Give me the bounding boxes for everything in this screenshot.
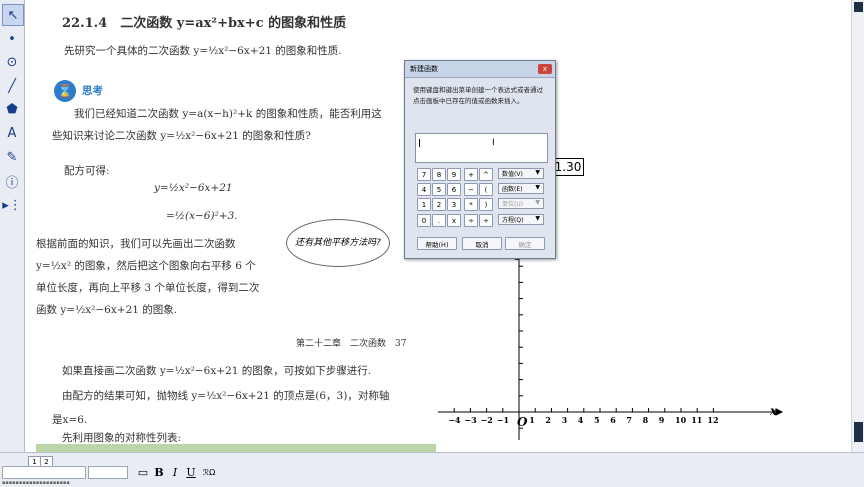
x-tick-label: 11 xyxy=(691,415,703,425)
new-function-dialog: 新建函数 x 使用键盘和键出菜单创建一个表达式或者通过点击画板中已存在的值或函数… xyxy=(404,60,556,259)
x-tick-label: O xyxy=(517,415,528,429)
dialog-titlebar[interactable]: 新建函数 xyxy=(405,61,555,78)
bold-button[interactable]: B xyxy=(152,466,166,479)
cancel-button[interactable]: 取消 xyxy=(462,237,502,250)
key-button[interactable]: ) xyxy=(479,198,493,211)
scroll-thumb[interactable] xyxy=(854,422,863,442)
x-tick-label: 7 xyxy=(626,415,632,425)
scroll-up-button[interactable] xyxy=(854,2,863,12)
x-tick-label: −3 xyxy=(464,415,477,425)
x-tick-label: −2 xyxy=(480,415,493,425)
x-tick-label: 1 xyxy=(529,415,535,425)
key-button[interactable]: 9 xyxy=(447,168,461,181)
key-button[interactable]: + xyxy=(464,168,478,181)
key-button[interactable]: 1 xyxy=(417,198,431,211)
dropdown-arrow-icon: ▼ xyxy=(535,184,540,191)
key-button[interactable]: ( xyxy=(479,183,493,196)
font-size-select[interactable] xyxy=(88,466,128,479)
help-button[interactable]: 帮助(H) xyxy=(417,237,457,250)
status-text: ▪▪▪▪▪▪▪▪▪▪▪▪▪▪▪▪▪▪▪▪ xyxy=(2,480,70,486)
x-axis-label: x xyxy=(770,404,778,418)
key-button[interactable]: ÷ xyxy=(464,214,478,227)
x-tick-label: 5 xyxy=(594,415,600,425)
x-tick-label: −1 xyxy=(496,415,510,425)
x-tick-label: 12 xyxy=(707,415,719,425)
font-family-select[interactable] xyxy=(2,466,86,479)
key-button[interactable]: 0 xyxy=(417,214,431,227)
dropdown-arrow-icon: ▼ xyxy=(535,169,540,176)
x-tick-label: 9 xyxy=(658,415,665,425)
x-tick-label: 4 xyxy=(577,415,584,425)
key-button[interactable]: ^ xyxy=(479,168,493,181)
key-button[interactable]: 3 xyxy=(447,198,461,211)
x-tick-label: 6 xyxy=(610,415,616,425)
key-button[interactable]: . xyxy=(432,214,446,227)
x-tick-label: 2 xyxy=(545,415,551,425)
key-button[interactable]: 8 xyxy=(432,168,446,181)
dialog-instruction: 使用键盘和键出菜单创建一个表达式或者通过点击画板中已存在的值或函数来插入。 xyxy=(413,86,543,105)
expression-input[interactable]: I xyxy=(415,133,548,163)
key-button[interactable]: 6 xyxy=(447,183,461,196)
key-button[interactable]: − xyxy=(464,183,478,196)
dropdown-arrow-icon: ▼ xyxy=(535,215,540,222)
x-tick-label: 10 xyxy=(675,415,687,425)
dropdown-menu-3[interactable]: 方程(Q) ▼ xyxy=(498,214,544,225)
ok-button[interactable]: 确定 xyxy=(505,237,545,250)
dropdown-arrow-icon: ▼ xyxy=(535,199,540,206)
dropdown-menu-0[interactable]: 数值(V) ▼ xyxy=(498,168,544,179)
key-button[interactable]: 5 xyxy=(432,183,446,196)
dialog-title: 新建函数 xyxy=(410,65,438,73)
vertical-scrollbar[interactable] xyxy=(851,0,864,452)
x-tick-label: 8 xyxy=(642,415,649,425)
key-button[interactable]: * xyxy=(464,198,478,211)
italic-button[interactable]: I xyxy=(168,466,182,479)
color-swatch[interactable]: ▭ xyxy=(136,466,150,479)
key-button[interactable]: 2 xyxy=(432,198,446,211)
key-button[interactable]: ÷ xyxy=(479,214,493,227)
close-button[interactable]: x xyxy=(538,64,552,74)
text-caret xyxy=(419,139,420,147)
symbol-button[interactable]: ℛΩ xyxy=(202,466,216,479)
key-button[interactable]: 7 xyxy=(417,168,431,181)
dropdown-menu-1[interactable]: 函数(E) ▼ xyxy=(498,183,544,194)
dropdown-menu-2[interactable]: 单位(U) ▼ xyxy=(498,198,544,209)
x-tick-label: −4 xyxy=(448,415,461,425)
key-button[interactable]: x xyxy=(447,214,461,227)
ibeam-cursor-icon: I xyxy=(492,138,495,148)
bottom-toolbar: 1 2 ▭ B I U ℛΩ ▪▪▪▪▪▪▪▪▪▪▪▪▪▪▪▪▪▪▪▪ xyxy=(0,452,864,487)
underline-button[interactable]: U xyxy=(184,466,198,479)
x-tick-label: 3 xyxy=(561,415,568,425)
value-label[interactable]: 1.30 xyxy=(552,158,584,176)
key-button[interactable]: 4 xyxy=(417,183,431,196)
